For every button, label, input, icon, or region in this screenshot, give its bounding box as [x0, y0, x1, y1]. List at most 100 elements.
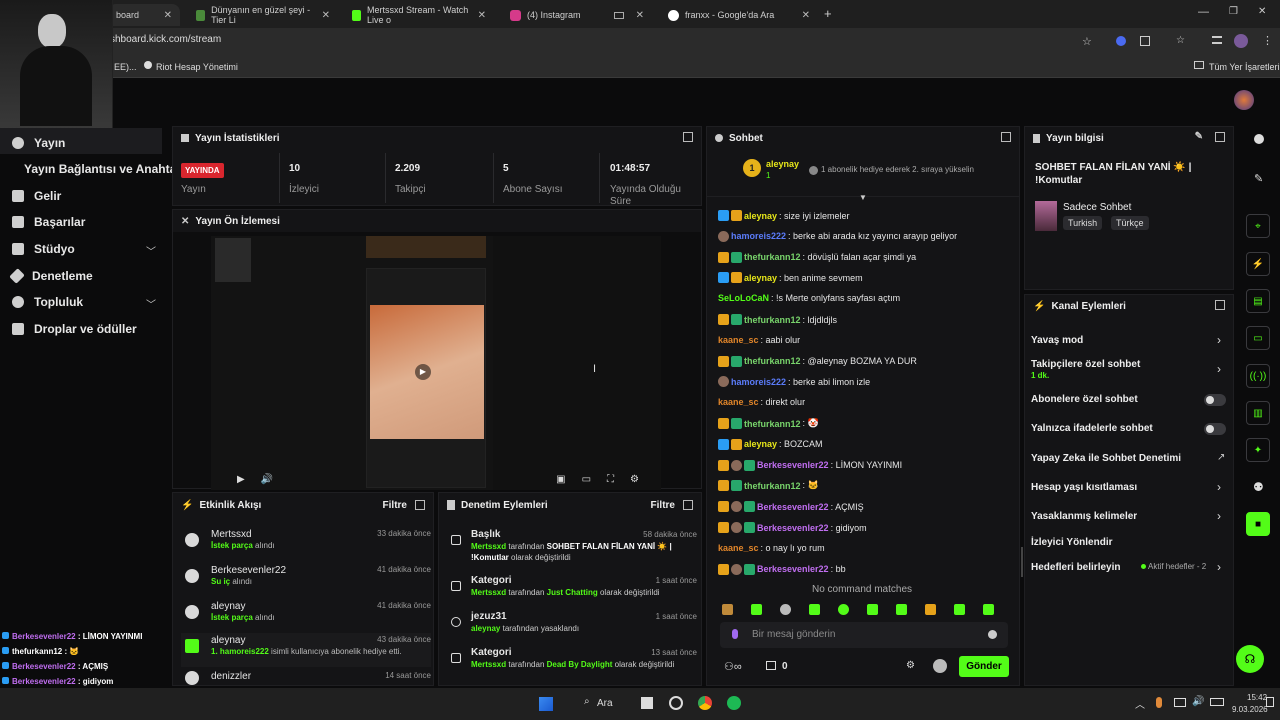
clock-date[interactable]: 9.03.2026 [1232, 705, 1268, 714]
chevron-down-icon[interactable]: ﹀ [146, 296, 156, 311]
battery-icon[interactable] [1210, 698, 1224, 706]
chat-username[interactable]: kaane_sc [718, 543, 759, 553]
chat-username[interactable]: kaane_sc [718, 335, 759, 345]
sidebar-item-yayin[interactable]: Yayın [12, 136, 65, 150]
menu-icon[interactable] [1212, 36, 1222, 44]
popout-icon[interactable] [415, 500, 425, 510]
chat-message[interactable]: aleynay: size iyi izlemeler [718, 210, 850, 221]
chat-username[interactable]: thefurkann12 [744, 481, 801, 491]
chat-message[interactable]: aleynay: BOZCAM [718, 438, 823, 450]
chat-username[interactable]: hamoreis222 [731, 231, 786, 241]
edit-icon[interactable]: ✎ [1195, 131, 1203, 142]
pencil-icon[interactable]: ✎ [1254, 172, 1263, 185]
chevron-right-icon[interactable]: › [1217, 362, 1221, 376]
theater-icon[interactable]: ▭ [582, 474, 591, 485]
puzzle-icon[interactable] [1140, 36, 1150, 46]
maximize-button[interactable]: ❐ [1229, 6, 1238, 17]
banned-words-item[interactable]: Yasaklanmış kelimeler [1031, 511, 1137, 522]
chat-input[interactable]: Bir mesaj gönderin [720, 622, 1008, 648]
external-link-icon[interactable]: ↗ [1217, 452, 1225, 463]
rail-button[interactable]: ((·)) [1246, 364, 1270, 388]
category-name[interactable]: Sadece Sohbet [1063, 202, 1131, 213]
chat-username[interactable]: Berkesevenler22 [757, 564, 829, 574]
close-icon[interactable]: ✕ [322, 10, 330, 21]
fullscreen-icon[interactable]: ⛶ [607, 474, 614, 485]
rail-button[interactable]: ⌖ [1246, 214, 1270, 238]
gear-icon[interactable]: ⚙ [906, 660, 915, 671]
chat-message[interactable]: thefurkann12: ldjdldjls [718, 314, 837, 325]
star-icon[interactable]: ☆ [1082, 35, 1092, 48]
more-icon[interactable]: ⋮ [1262, 34, 1273, 47]
sidebar-item-droplar[interactable]: Droplar ve ödüller [12, 322, 137, 336]
followers-only-item[interactable]: Takipçilere özel sohbet [1031, 359, 1140, 370]
windows-start-icon[interactable] [539, 697, 553, 711]
ai-moderation-item[interactable]: Yapay Zeka ile Sohbet Denetimi [1031, 453, 1181, 464]
popout-icon[interactable] [1215, 300, 1225, 310]
tab-tier-list[interactable]: Dünyanın en güzel şeyi - Tier Li ✕ [188, 4, 338, 26]
emote-icon[interactable] [780, 603, 791, 615]
sidebar-item-stream-key[interactable]: Yayın Bağlantısı ve Anahtarı [24, 162, 184, 176]
volume-icon[interactable]: 🔊 [261, 474, 273, 485]
popout-icon[interactable] [1215, 132, 1225, 142]
window-close-button[interactable]: ✕ [1258, 6, 1266, 17]
info-icon[interactable] [1254, 134, 1264, 144]
set-goals-item[interactable]: Hedefleri belirleyin [1031, 562, 1120, 573]
chat-message[interactable]: hamoreis222: berke abi limon izle [718, 376, 870, 388]
emote-icon[interactable] [809, 603, 820, 615]
notification-icon[interactable] [1266, 697, 1274, 707]
close-icon[interactable]: ✕ [478, 10, 486, 21]
popout-icon[interactable] [683, 500, 693, 510]
chat-message[interactable]: thefurkann12: @aleynay BOZMA YA DUR [718, 355, 917, 367]
extension-icon[interactable] [1116, 36, 1126, 46]
slow-mode-item[interactable]: Yavaş mod [1031, 335, 1083, 346]
support-button[interactable]: ☊ [1236, 645, 1264, 673]
emote-icon[interactable] [867, 603, 878, 615]
play-button[interactable]: ▶ [237, 474, 245, 485]
chevron-down-icon[interactable]: ▼ [859, 193, 867, 202]
app-icon[interactable] [669, 696, 683, 710]
people-icon[interactable]: ⚇∞ [724, 660, 742, 673]
emote-icon[interactable] [838, 603, 849, 615]
emote-icon[interactable] [983, 603, 994, 615]
chat-message[interactable]: Berkesevenler22: bb [718, 563, 846, 575]
chat-username[interactable]: Berkesevenler22 [757, 502, 829, 512]
minimize-button[interactable]: — [1198, 6, 1209, 18]
tab-dashboard[interactable]: board ✕ [108, 4, 180, 26]
chat-username[interactable]: thefurkann12 [744, 315, 801, 325]
scrollbar[interactable] [1021, 547, 1023, 577]
bookmark-item[interactable]: Riot Hesap Yönetimi [156, 62, 238, 72]
chat-message[interactable]: hamoreis222: berke abi arada kız yayıncı… [718, 230, 957, 242]
chat-message[interactable]: thefurkann12: dövüşlü falan açar şimdi y… [718, 251, 916, 263]
chat-message[interactable]: Berkesevenler22: gidiyom [718, 522, 867, 533]
profile-avatar[interactable] [1234, 34, 1248, 48]
bookmark-item[interactable]: EE)... [114, 62, 137, 72]
sidebar-item-denetleme[interactable]: Denetleme [9, 268, 93, 284]
pip-icon[interactable]: ▣ [556, 474, 565, 485]
filter-button[interactable]: Filtre [651, 500, 675, 511]
emote-icon[interactable] [722, 603, 733, 615]
close-icon[interactable]: ✕ [164, 10, 172, 21]
chevron-down-icon[interactable]: ﹀ [146, 243, 156, 258]
all-bookmarks-link[interactable]: Tüm Yer İşaretleri [1209, 62, 1280, 72]
taskbar-search[interactable]: Ara [597, 698, 613, 709]
community-icon[interactable]: ⚉ [1253, 480, 1264, 494]
chat-message[interactable]: SeLoLoCaN: !s Merte onlyfans sayfası açt… [718, 293, 900, 303]
rail-button[interactable]: ✦ [1246, 438, 1270, 462]
chat-username[interactable]: aleynay [744, 273, 777, 283]
url-field[interactable]: shboard.kick.com/stream [110, 34, 221, 45]
close-icon[interactable]: ✕ [636, 10, 644, 21]
chevron-right-icon[interactable]: › [1217, 333, 1221, 347]
search-icon[interactable]: ⌕ [584, 696, 590, 707]
popout-icon[interactable] [1001, 132, 1011, 142]
sidebar-item-topluluk[interactable]: Topluluk [12, 295, 83, 309]
spotify-icon[interactable] [727, 696, 741, 710]
popout-icon[interactable] [683, 132, 693, 142]
chevron-right-icon[interactable]: › [1217, 560, 1221, 574]
bot-icon[interactable] [933, 659, 947, 673]
tab-kick-stream[interactable]: Mertssxd Stream - Watch Live o ✕ [344, 4, 494, 26]
viewer-redirect-item[interactable]: İzleyici Yönlendir [1031, 537, 1113, 548]
chat-message[interactable]: Berkesevenler22: LİMON YAYINMI [718, 459, 902, 471]
emote-icon[interactable] [896, 603, 907, 615]
sidebar-item-gelir[interactable]: Gelir [12, 189, 61, 203]
chat-username[interactable]: aleynay [744, 211, 777, 221]
